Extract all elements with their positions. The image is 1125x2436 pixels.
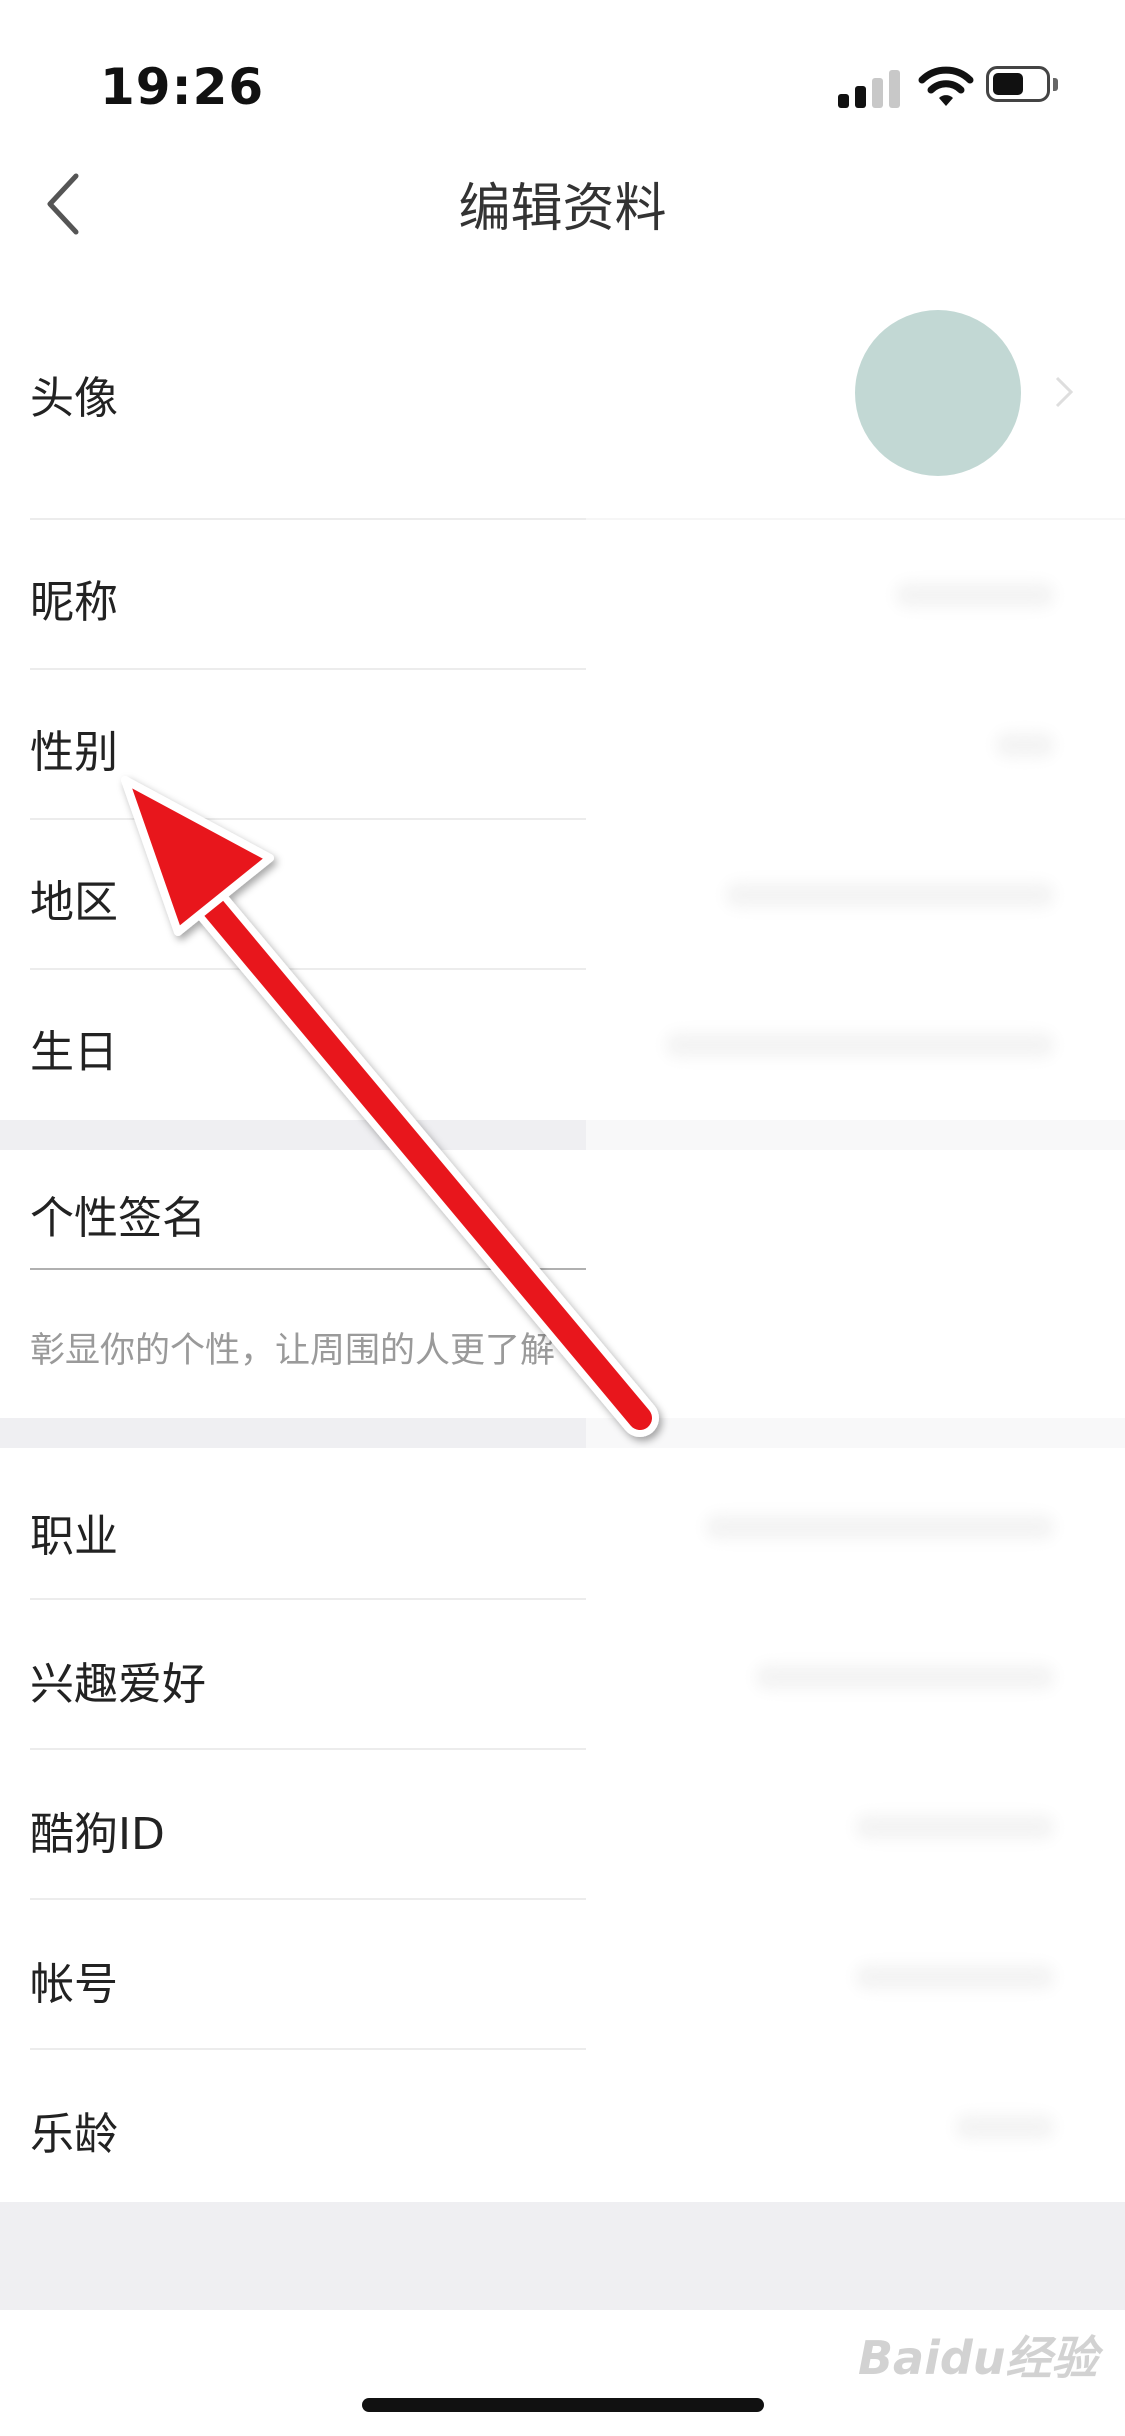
row-account[interactable]: 帐号: [0, 1900, 1125, 2048]
row-label-kugou-id: 酷狗ID: [30, 1809, 165, 1860]
row-label-birthday: 生日: [30, 1027, 118, 1078]
row-label-avatar: 头像: [30, 373, 118, 424]
row-label-nickname: 昵称: [30, 577, 118, 628]
nav-bar: 编辑资料: [0, 140, 1125, 264]
section-gap: [0, 1418, 1125, 1448]
nickname-value-blurred: [895, 582, 1055, 608]
row-label-music-age: 乐龄: [30, 2109, 118, 2160]
cellular-signal-icon: [838, 66, 904, 108]
row-label-gender: 性别: [30, 727, 118, 778]
occupation-value-blurred: [705, 1514, 1055, 1540]
avatar[interactable]: [855, 310, 1021, 476]
wifi-icon: [918, 66, 974, 106]
row-occupation[interactable]: 职业: [0, 1448, 1125, 1598]
row-signature: 个性签名: [0, 1150, 1125, 1268]
signature-input[interactable]: 彰显你的个性，让周围的人更了解: [30, 1322, 620, 1373]
row-label-occupation: 职业: [30, 1511, 118, 1562]
gender-value-blurred: [995, 732, 1055, 758]
row-hobbies[interactable]: 兴趣爱好: [0, 1600, 1125, 1748]
row-label-region: 地区: [30, 877, 118, 928]
row-label-account: 帐号: [30, 1959, 118, 2010]
row-label-signature: 个性签名: [30, 1193, 206, 1244]
battery-icon: [986, 66, 1062, 106]
chevron-right-icon: [1055, 376, 1074, 408]
birthday-value-blurred: [665, 1032, 1055, 1058]
account-value-blurred: [855, 1964, 1055, 1990]
row-birthday[interactable]: 生日: [0, 970, 1125, 1120]
row-music-age[interactable]: 乐龄: [0, 2050, 1125, 2202]
home-indicator[interactable]: [362, 2398, 764, 2412]
page-title: 编辑资料: [458, 179, 667, 239]
row-region[interactable]: 地区: [0, 820, 1125, 968]
region-value-blurred: [725, 882, 1055, 908]
row-label-hobbies: 兴趣爱好: [30, 1659, 206, 1710]
baidu-watermark: Baidu经验: [858, 2331, 1098, 2385]
bottom-gray-area: [0, 2202, 1125, 2310]
section-gap: [0, 1120, 1125, 1150]
row-kugou-id[interactable]: 酷狗ID: [0, 1750, 1125, 1898]
signature-input-underline: [30, 1268, 586, 1270]
music-age-value-blurred: [955, 2114, 1055, 2140]
status-time: 19:26: [100, 58, 265, 116]
row-gender[interactable]: 性别: [0, 670, 1125, 818]
row-nickname[interactable]: 昵称: [0, 520, 1125, 668]
hobbies-value-blurred: [755, 1664, 1055, 1690]
status-bar: 19:26: [0, 0, 1125, 140]
kugou-id-value-blurred: [855, 1814, 1055, 1840]
